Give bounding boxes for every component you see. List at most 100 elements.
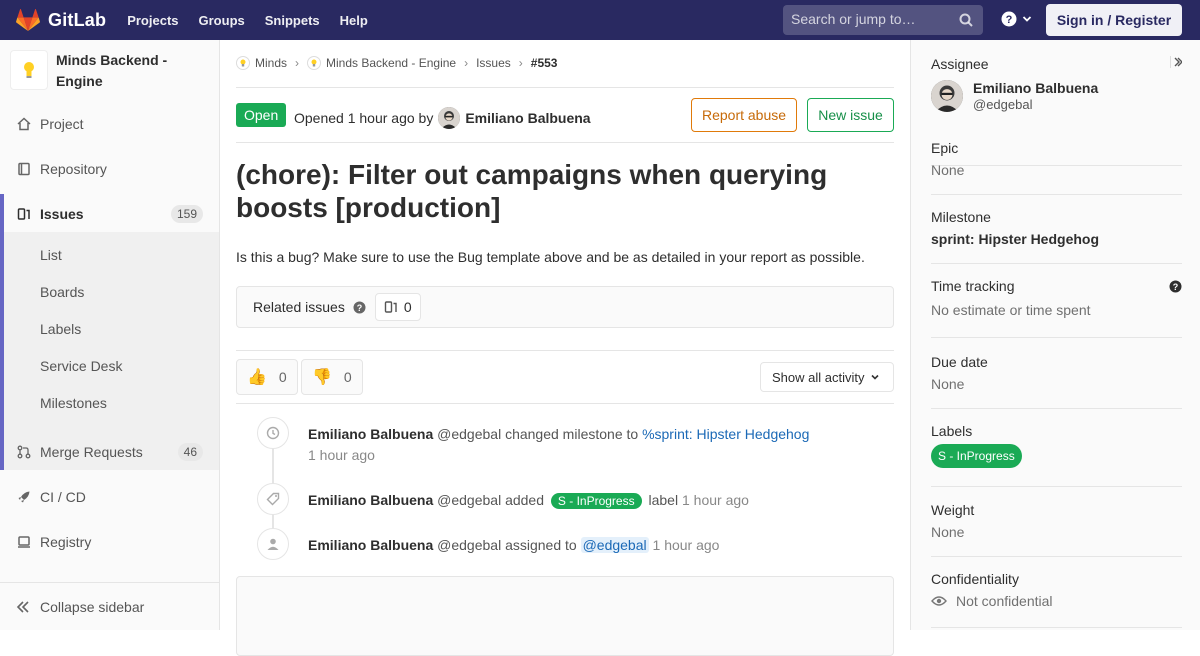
confidentiality-block[interactable]: Confidentiality Not confidential: [931, 571, 1182, 628]
report-abuse-button[interactable]: Report abuse: [691, 98, 797, 132]
thumbs-up-button[interactable]: 👍 0: [236, 359, 298, 395]
project-header[interactable]: Minds Backend - Engine: [0, 40, 219, 110]
thumbs-up-icon: 👍: [247, 369, 267, 386]
issue-meta: Opened 1 hour ago by Emiliano Balbuena: [294, 107, 591, 129]
labels-block[interactable]: Labels S - InProgress: [931, 423, 1182, 487]
time-tracking-block: Time tracking ? No estimate or time spen…: [931, 278, 1182, 338]
search-placeholder: Search or jump to…: [791, 11, 916, 27]
question-icon[interactable]: ?: [353, 301, 366, 314]
activity-filter-dropdown[interactable]: Show all activity: [760, 362, 894, 392]
note-action: changed milestone to: [505, 426, 639, 442]
epic-block[interactable]: Epic None: [931, 140, 1182, 195]
system-note: Emiliano Balbuena @edgebal assigned to @…: [308, 537, 719, 553]
help-dropdown[interactable]: ?: [1001, 11, 1032, 27]
new-issue-button[interactable]: New issue: [807, 98, 894, 132]
chevron-down-icon: [871, 374, 880, 380]
time-tracking-title: Time tracking: [931, 278, 1015, 294]
note-time: 1 hour ago: [308, 447, 375, 463]
user-mention[interactable]: @edgebal: [580, 537, 649, 553]
divider: [236, 403, 894, 404]
milestone-title: Milestone: [931, 209, 991, 225]
sidebar-item-repository[interactable]: Repository: [0, 149, 219, 189]
nav-snippets[interactable]: Snippets: [265, 13, 320, 28]
sidebar-sub-milestones[interactable]: Milestones: [40, 395, 107, 411]
chevron-right-icon: ›: [295, 56, 300, 70]
double-chevron-left-icon: [16, 600, 29, 613]
search-icon: [959, 13, 973, 27]
divider: [236, 350, 894, 351]
lightbulb-icon: [307, 56, 322, 70]
sidebar-item-cicd[interactable]: CI / CD: [0, 477, 219, 517]
issue-title: (chore): Filter out campaigns when query…: [236, 159, 828, 223]
label-pill[interactable]: S - InProgress: [550, 493, 642, 509]
breadcrumb-issue-number[interactable]: #553: [531, 56, 558, 70]
assignee-title: Assignee: [931, 56, 989, 72]
note-author[interactable]: Emiliano Balbuena: [308, 492, 433, 508]
system-note: Emiliano Balbuena @edgebal added S - InP…: [308, 492, 749, 509]
thumbs-down-icon: 👎: [312, 369, 332, 386]
collapse-sidebar-button[interactable]: Collapse sidebar: [0, 582, 219, 630]
note-author[interactable]: Emiliano Balbuena: [308, 426, 433, 442]
breadcrumb-project[interactable]: Minds Backend - Engine: [307, 56, 456, 70]
breadcrumb-minds[interactable]: Minds: [236, 56, 287, 70]
gitlab-logo[interactable]: GitLab: [16, 0, 106, 40]
due-date-block[interactable]: Due date None: [931, 354, 1182, 409]
issues-icon: [384, 301, 397, 313]
sidebar-item-registry[interactable]: Registry: [0, 522, 219, 562]
related-issues-title: Related issues: [253, 299, 345, 315]
nav-help[interactable]: Help: [340, 13, 368, 28]
collapse-sidebar-label: Collapse sidebar: [40, 598, 145, 615]
chevron-right-icon: ›: [518, 56, 523, 70]
time-tracking-value: No estimate or time spent: [931, 302, 1091, 318]
sidebar-sub-list[interactable]: List: [40, 247, 62, 263]
author-name[interactable]: Emiliano Balbuena: [465, 110, 590, 126]
milestone-block[interactable]: Milestone sprint: Hipster Hedgehog: [931, 209, 1182, 264]
confidentiality-title: Confidentiality: [931, 571, 1019, 587]
home-icon: [16, 116, 32, 132]
svg-text:?: ?: [1173, 282, 1179, 292]
svg-text:?: ?: [1006, 14, 1013, 26]
sidebar-item-issues[interactable]: Issues 159: [0, 194, 219, 234]
sidebar-sub-labels[interactable]: Labels: [40, 321, 81, 337]
signin-register-button[interactable]: Sign in / Register: [1046, 4, 1182, 36]
book-icon: [16, 161, 32, 177]
breadcrumb-issues[interactable]: Issues: [476, 56, 511, 70]
confidentiality-value: Not confidential: [956, 593, 1053, 609]
lightbulb-icon: [236, 56, 250, 70]
assignee-user[interactable]: Emiliano Balbuena @edgebal: [931, 80, 1182, 112]
sidebar-label-merge-requests: Merge Requests: [40, 444, 143, 460]
sidebar-label-cicd: CI / CD: [40, 489, 86, 505]
milestone-link[interactable]: %sprint: Hipster Hedgehog: [642, 426, 809, 442]
brand-name: GitLab: [48, 9, 107, 30]
weight-value: None: [931, 524, 965, 540]
nav-projects[interactable]: Projects: [127, 13, 178, 28]
sidebar-sub-boards[interactable]: Boards: [40, 284, 84, 300]
nav-groups[interactable]: Groups: [199, 13, 245, 28]
avatar[interactable]: [438, 107, 461, 129]
question-icon[interactable]: ?: [1169, 280, 1182, 293]
note-suffix: label: [648, 492, 679, 508]
divider: [236, 142, 894, 143]
related-issues-count[interactable]: 0: [374, 293, 421, 321]
search-input[interactable]: Search or jump to…: [783, 5, 983, 35]
note-author[interactable]: Emiliano Balbuena: [308, 537, 433, 553]
sidebar-label-repository: Repository: [40, 161, 107, 177]
sidebar-item-merge-requests[interactable]: Merge Requests 46: [0, 432, 219, 472]
thumbs-down-button[interactable]: 👎 0: [301, 359, 363, 395]
label-pill[interactable]: S - InProgress: [931, 444, 1022, 468]
comment-box[interactable]: [236, 576, 894, 656]
breadcrumb-label: Minds Backend - Engine: [326, 56, 457, 70]
status-badge: Open: [236, 103, 287, 127]
divider: [236, 87, 894, 88]
sidebar-sub-service-desk[interactable]: Service Desk: [40, 358, 122, 374]
system-note: Emiliano Balbuena @edgebal changed miles…: [308, 426, 809, 442]
sidebar-item-project[interactable]: Project: [0, 104, 219, 144]
merge-request-icon: [16, 444, 32, 460]
note-time: 1 hour ago: [681, 492, 749, 508]
nav-links: Projects Groups Snippets Help: [127, 13, 388, 28]
confidentiality-row: Not confidential: [931, 593, 1182, 609]
eye-icon: [931, 596, 947, 606]
note-handle: @edgebal: [437, 426, 502, 442]
epic-title: Epic: [931, 140, 959, 156]
weight-block[interactable]: Weight None: [931, 502, 1182, 557]
